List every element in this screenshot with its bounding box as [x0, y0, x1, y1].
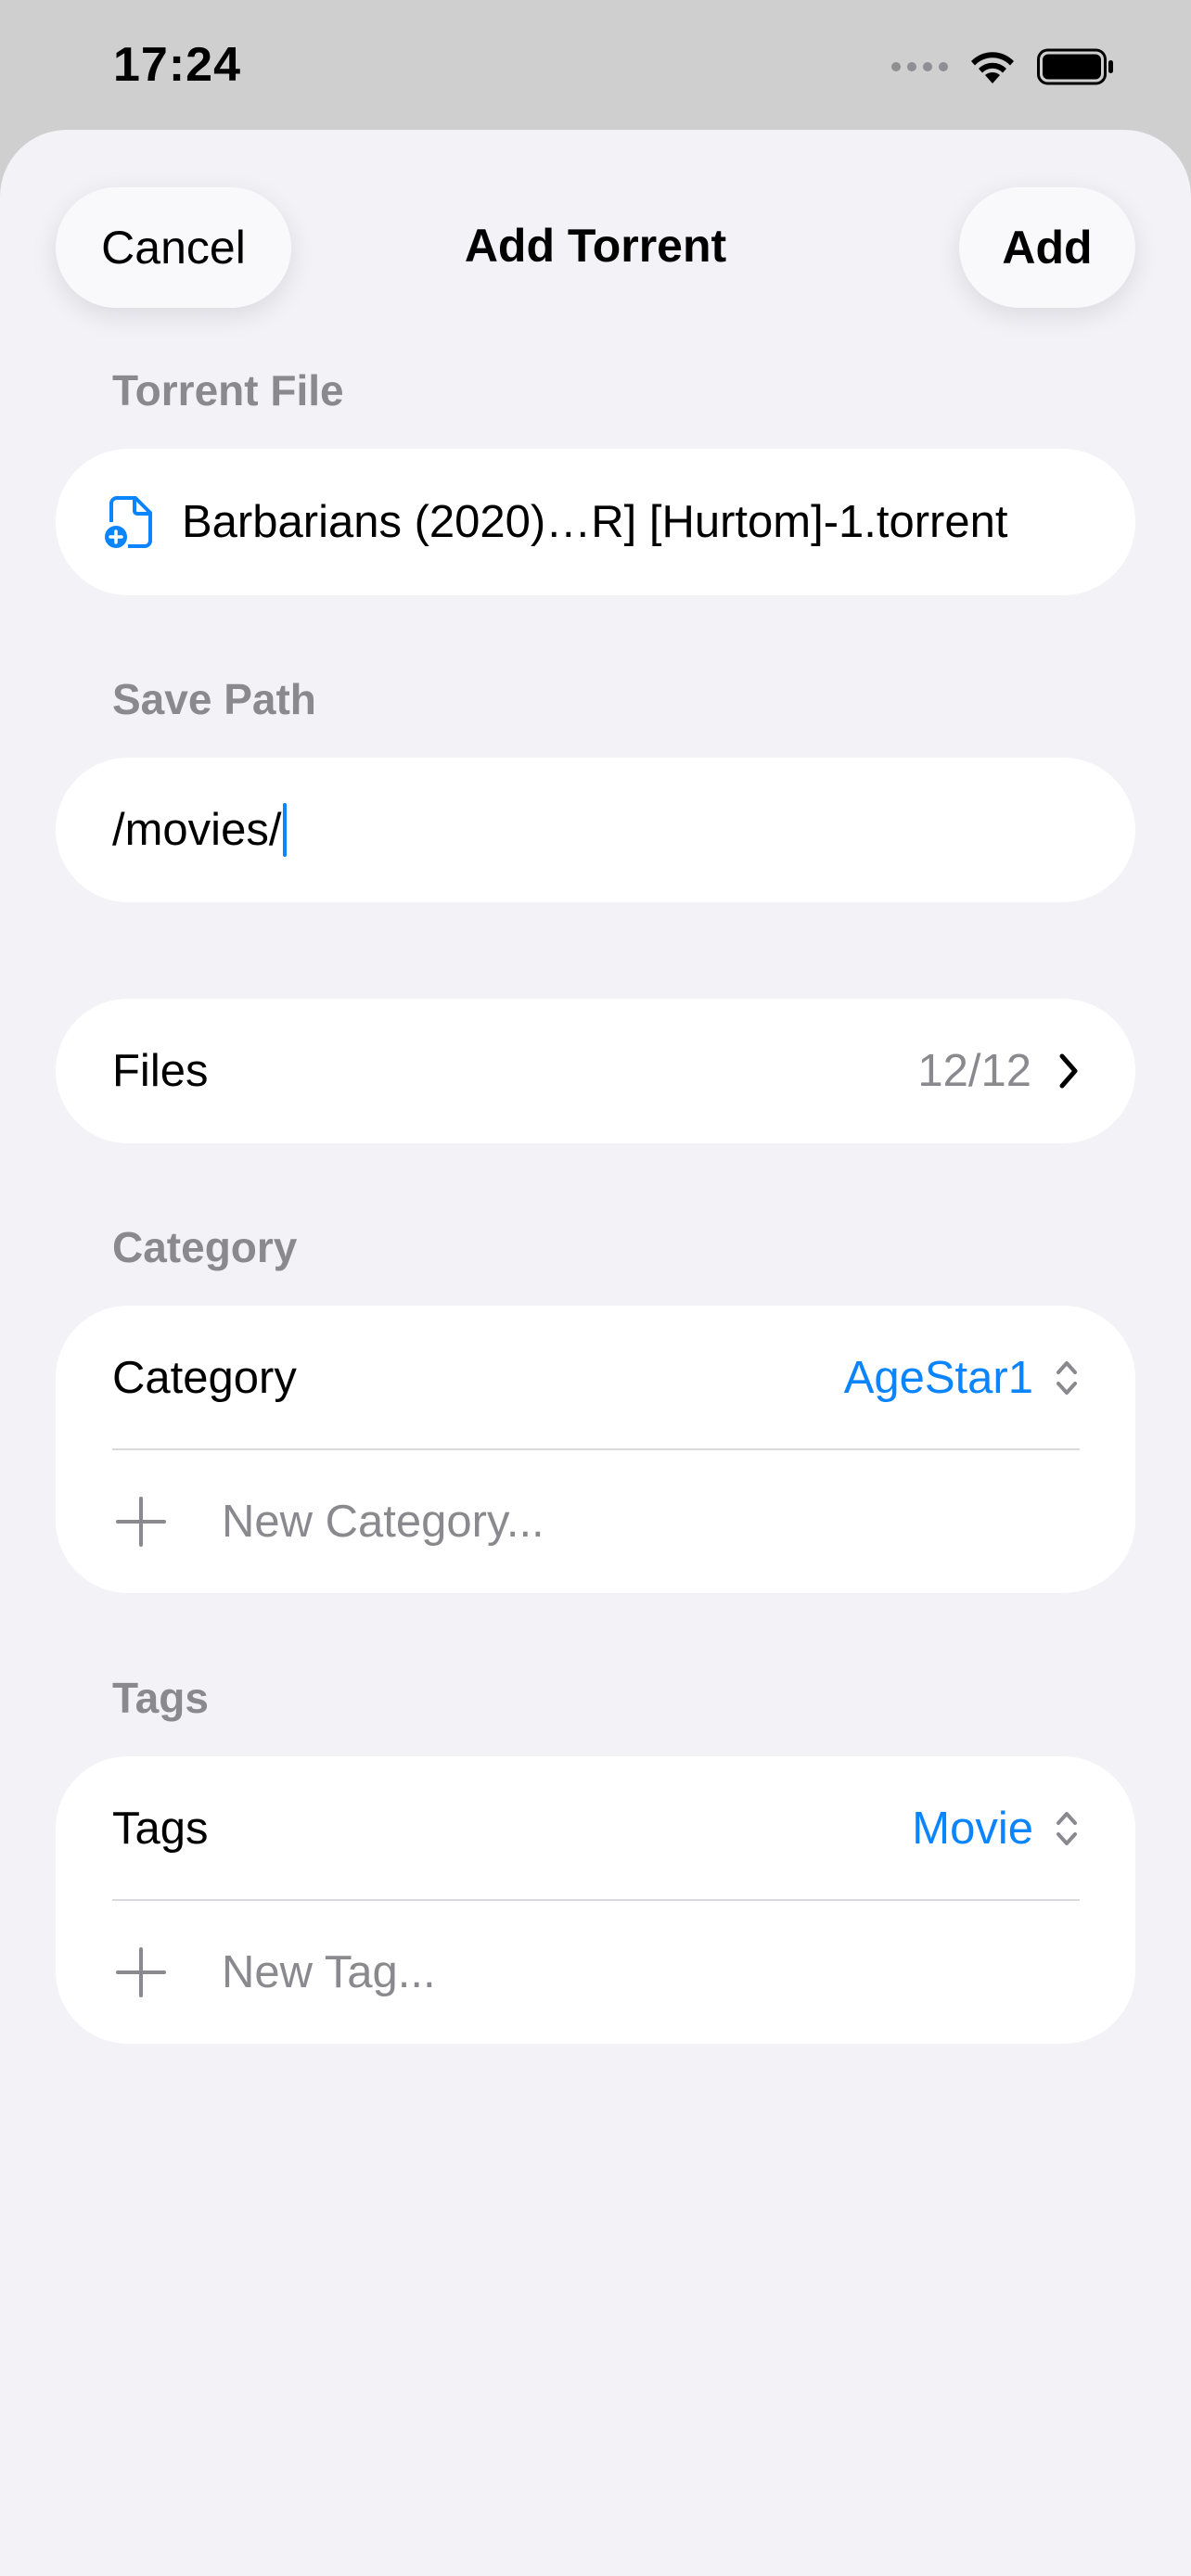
files-label: Files — [112, 1046, 209, 1096]
plus-icon — [112, 1493, 170, 1550]
save-path-input[interactable]: /movies/ — [56, 758, 1135, 902]
text-caret — [283, 803, 288, 857]
cellular-signal-icon — [891, 62, 948, 71]
add-button[interactable]: Add — [959, 187, 1135, 308]
category-selected: AgeStar1 — [843, 1352, 1033, 1403]
battery-icon — [1037, 48, 1113, 85]
category-label: Category — [112, 1352, 297, 1403]
files-card: Files 12/12 — [56, 999, 1135, 1143]
tags-picker[interactable]: Tags Movie — [56, 1756, 1135, 1900]
chevron-up-down-icon — [1057, 1360, 1077, 1395]
chevron-right-icon — [1059, 1053, 1078, 1089]
category-card: Category AgeStar1 New Category... — [56, 1306, 1135, 1593]
torrent-file-card: Barbarians (2020)…R] [Hurtom]-1.torrent — [56, 449, 1135, 595]
plus-icon — [112, 1944, 170, 2001]
torrent-file-row[interactable]: Barbarians (2020)…R] [Hurtom]-1.torrent — [56, 449, 1135, 595]
add-torrent-sheet: Cancel Add Torrent Add Torrent File Barb… — [0, 130, 1191, 2576]
new-category-placeholder: New Category... — [222, 1497, 544, 1547]
chevron-up-down-icon — [1057, 1811, 1077, 1845]
files-row[interactable]: Files 12/12 — [56, 999, 1135, 1143]
tags-label: Tags — [112, 1803, 209, 1854]
doc-badge-plus-icon — [105, 496, 152, 548]
save-path-value: /movies/ — [112, 805, 282, 855]
tags-selected: Movie — [912, 1803, 1033, 1854]
tags-card: Tags Movie New Tag... — [56, 1756, 1135, 2044]
new-tag-input[interactable]: New Tag... — [56, 1901, 1135, 2044]
new-category-input[interactable]: New Category... — [56, 1450, 1135, 1593]
torrent-file-header: Torrent File — [112, 366, 344, 414]
files-count: 12/12 — [917, 1046, 1031, 1096]
status-icons — [891, 46, 1115, 87]
save-path-card: /movies/ — [56, 758, 1135, 902]
screen: 17:24 Cancel Add Torrent Add Torrent Fil… — [0, 0, 1191, 2576]
status-time: 17:24 — [113, 38, 241, 92]
new-tag-placeholder: New Tag... — [222, 1947, 436, 1997]
category-picker[interactable]: Category AgeStar1 — [56, 1306, 1135, 1449]
category-header: Category — [112, 1223, 298, 1271]
navigation-bar: Cancel Add Torrent Add — [0, 130, 1191, 362]
torrent-filename: Barbarians (2020)…R] [Hurtom]-1.torrent — [182, 497, 1008, 547]
status-bar: 17:24 — [0, 0, 1191, 130]
wifi-icon — [971, 52, 1014, 83]
tags-header: Tags — [112, 1674, 209, 1722]
save-path-header: Save Path — [112, 675, 316, 723]
